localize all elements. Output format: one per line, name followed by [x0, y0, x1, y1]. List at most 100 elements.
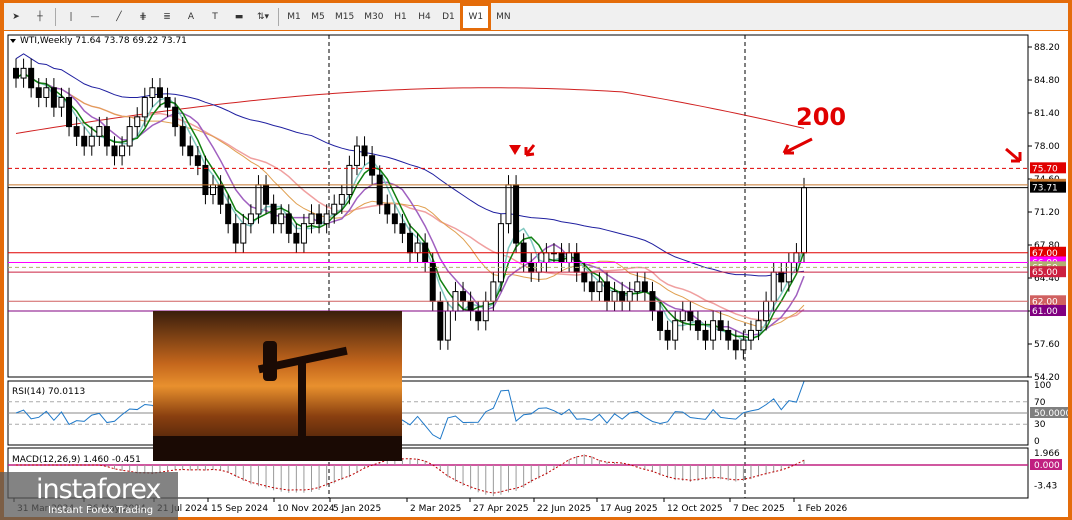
timeframe-h4[interactable]: H4	[412, 6, 436, 28]
crosshair-icon[interactable]: ┼	[28, 6, 52, 28]
price-tick-label: 57.60	[1034, 340, 1060, 350]
price-tick-label: 71.20	[1034, 208, 1060, 218]
text-label-icon[interactable]: T	[203, 6, 227, 28]
ma-pink-line	[15, 72, 805, 321]
price-tick-label: 84.80	[1034, 76, 1060, 86]
text-icon[interactable]: A	[179, 6, 203, 28]
candle-body	[384, 203, 391, 215]
down-triangle-icon	[509, 145, 521, 155]
candle-body	[270, 203, 277, 225]
candle-body	[331, 203, 338, 215]
candle-body	[66, 96, 73, 128]
candle-body	[672, 320, 679, 341]
price-tick-label: 81.40	[1034, 109, 1060, 119]
candle-body	[588, 281, 595, 293]
candle-body	[725, 329, 732, 341]
arrows-icon[interactable]: ⇅▾	[251, 6, 275, 28]
ma-200-line	[15, 87, 805, 134]
candle-body	[149, 87, 156, 98]
candle-body	[596, 281, 603, 293]
candle-body	[179, 126, 186, 147]
candle-body	[187, 145, 194, 157]
trendline-icon[interactable]: ╱	[107, 6, 131, 28]
time-label: 10 Nov 2024	[277, 504, 335, 514]
candle-body	[740, 339, 747, 351]
candle-body	[747, 329, 754, 341]
candle-body	[581, 271, 588, 283]
time-label: 1 Feb 2026	[797, 504, 848, 514]
candle-body	[717, 320, 724, 331]
vertical-line-icon[interactable]: |	[59, 6, 83, 28]
instaforex-logo: instaforex Instant Forex Trading	[0, 472, 178, 520]
candle-body	[475, 310, 482, 322]
time-label: 22 Jun 2025	[537, 504, 591, 514]
candle-body	[460, 291, 467, 302]
candle-body	[316, 213, 323, 225]
collapse-triangle-icon[interactable]	[10, 39, 16, 43]
candle-body	[172, 106, 179, 128]
timeframe-m30[interactable]: M30	[359, 6, 388, 28]
timeframe-h1[interactable]: H1	[388, 6, 412, 28]
candle-body	[793, 252, 800, 263]
rsi-tick: 50.0000	[1034, 409, 1068, 419]
candle-body	[134, 116, 141, 128]
candle-body	[111, 145, 118, 157]
candle-body	[43, 87, 50, 98]
timeframe-w1[interactable]: W1	[460, 2, 492, 31]
candle-body	[664, 329, 671, 341]
time-label: 5 Jan 2025	[333, 504, 381, 514]
time-label: 7 Dec 2025	[733, 504, 785, 514]
timeframe-m15[interactable]: M15	[330, 6, 359, 28]
candle-body	[694, 320, 701, 331]
candle-body	[361, 145, 368, 157]
candle-body	[96, 126, 103, 137]
candle-body	[240, 223, 247, 244]
horizontal-line-icon[interactable]: —	[83, 6, 107, 28]
annotation-200: 200	[796, 103, 846, 131]
macd-tick: -3.43	[1034, 482, 1057, 492]
candle-body	[323, 213, 330, 225]
candle-body	[543, 252, 550, 263]
candle-body	[634, 281, 641, 293]
candle-body	[164, 96, 171, 108]
candle-body	[156, 87, 163, 98]
price-tick-label: 78.00	[1034, 142, 1060, 152]
fibo-grid-icon[interactable]: ≣	[155, 6, 179, 28]
candle-body	[376, 174, 383, 205]
candle-body	[505, 184, 512, 225]
candle-body	[103, 126, 110, 147]
time-label: 17 Aug 2025	[600, 504, 658, 514]
timeframe-mn[interactable]: MN	[491, 6, 516, 28]
timeframe-m5[interactable]: M5	[306, 6, 330, 28]
candle-body	[300, 223, 307, 244]
candle-body	[338, 194, 345, 205]
cursor-icon[interactable]: ➤	[4, 6, 28, 28]
rsi-tick: 30	[1034, 420, 1046, 430]
candle-body	[513, 184, 520, 244]
candle-body	[657, 310, 664, 331]
candle-body	[141, 96, 148, 118]
candle-body	[444, 310, 451, 341]
candle-body	[611, 291, 618, 302]
fibonacci-icon[interactable]: ⋕	[131, 6, 155, 28]
candle-body	[558, 252, 565, 263]
candle-body	[126, 126, 133, 147]
rsi-tick: 100	[1034, 381, 1051, 391]
candle-body	[247, 213, 254, 225]
chart-title: WTI,Weekly 71.64 73.78 69.22 73.71	[20, 36, 187, 46]
candle-body	[391, 213, 398, 225]
candle-body	[626, 291, 633, 302]
candle-body	[369, 155, 376, 176]
candle-body	[702, 329, 709, 341]
candle-body	[778, 271, 785, 283]
timeframe-m1[interactable]: M1	[282, 6, 306, 28]
candle-body	[467, 300, 474, 312]
candle-body	[50, 87, 57, 108]
rsi-label: RSI(14) 70.0113	[12, 387, 85, 397]
candle-body	[429, 261, 436, 302]
candle-body	[119, 145, 126, 157]
candle-body	[13, 67, 19, 79]
timeframe-d1[interactable]: D1	[436, 6, 460, 28]
candle-body	[20, 67, 27, 79]
rectangle-icon[interactable]: ▬	[227, 6, 251, 28]
